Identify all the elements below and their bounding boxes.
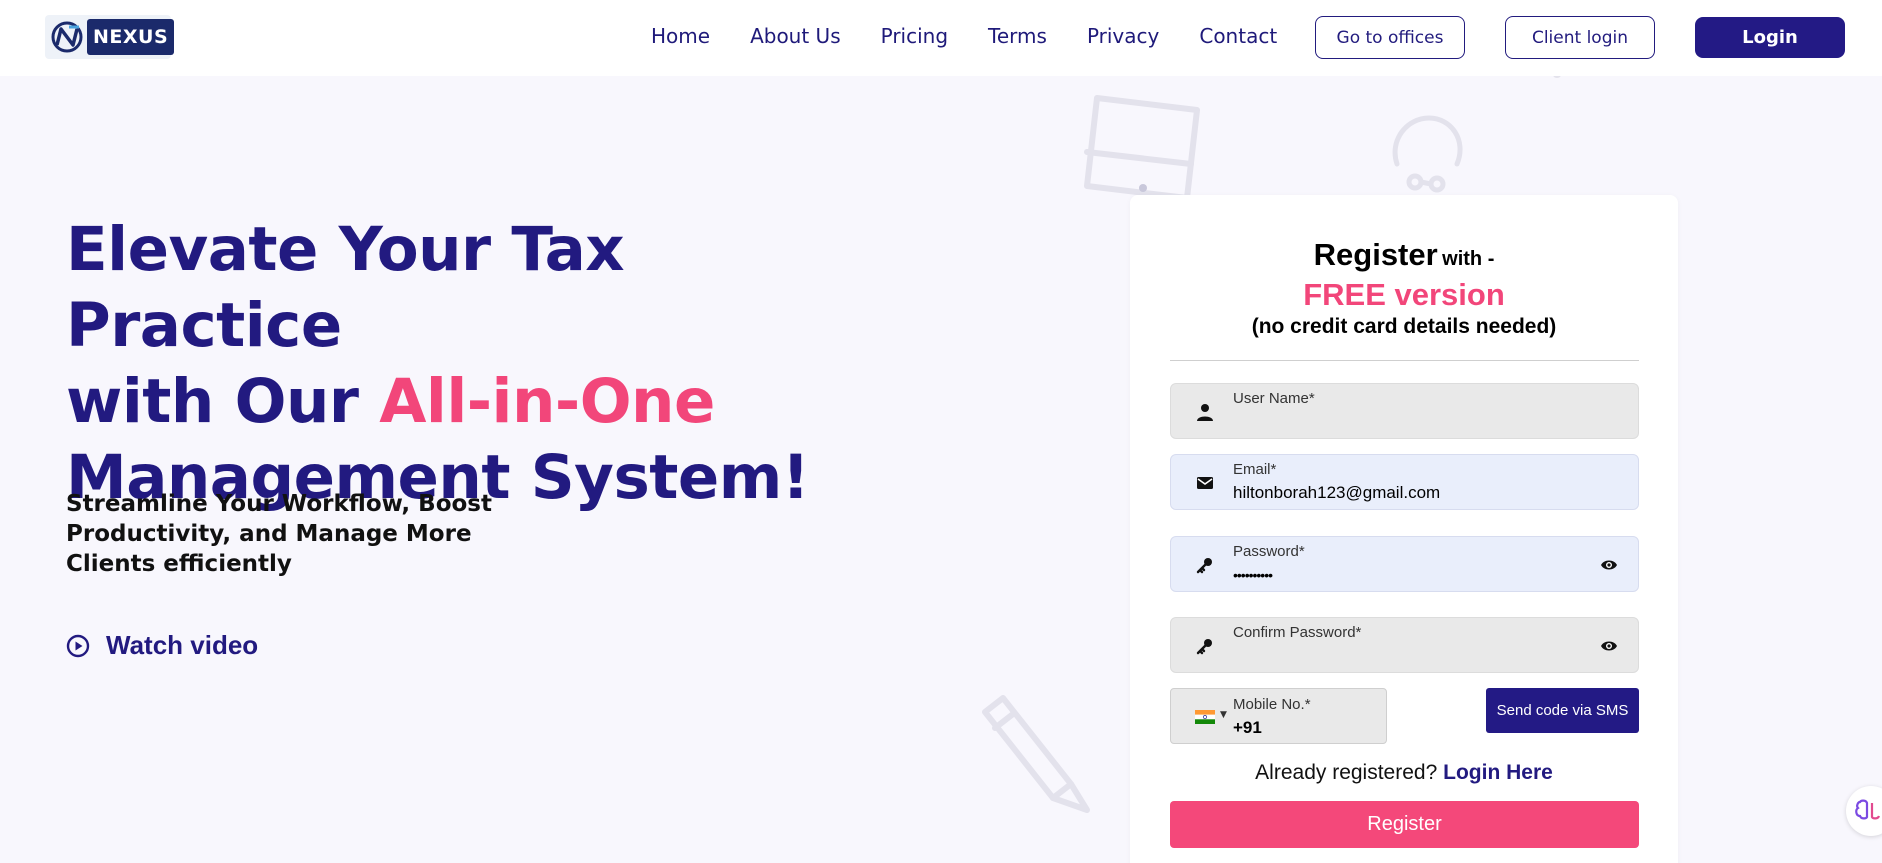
hero-title: Elevate Your Tax Practice with Our All-i… bbox=[66, 212, 886, 516]
confirm-password-field[interactable]: Confirm Password* bbox=[1170, 617, 1639, 673]
free-version-label: FREE version bbox=[1303, 277, 1505, 312]
watch-video-label: Watch video bbox=[106, 630, 259, 660]
email-value: hiltonborah123@gmail.com bbox=[1233, 483, 1441, 502]
country-caret-icon[interactable]: ▼ bbox=[1220, 710, 1227, 720]
confirm-password-label: Confirm Password* bbox=[1233, 624, 1362, 641]
hero-subtitle: Streamline Your Workflow, Boost Producti… bbox=[66, 491, 492, 577]
key-icon bbox=[1195, 555, 1215, 575]
password-value: •••••••••• bbox=[1233, 567, 1273, 583]
key-icon bbox=[1195, 636, 1215, 656]
show-password-eye-icon[interactable] bbox=[1600, 556, 1618, 574]
nav-terms[interactable]: Terms bbox=[988, 24, 1047, 48]
send-sms-button[interactable]: Send code via SMS bbox=[1486, 688, 1639, 733]
assistant-widget[interactable] bbox=[1846, 786, 1882, 836]
main-nav: Home About Us Pricing Terms Privacy Cont… bbox=[651, 24, 1317, 48]
india-flag-icon[interactable] bbox=[1195, 710, 1215, 724]
mail-icon bbox=[1195, 473, 1215, 493]
login-here-link[interactable]: Login Here bbox=[1443, 761, 1553, 784]
register-header: Register with - FREE version (no credit … bbox=[1130, 237, 1678, 339]
mobile-field[interactable]: ▼ Mobile No.* +91 bbox=[1170, 688, 1387, 744]
already-registered-text: Already registered? bbox=[1255, 761, 1438, 784]
nav-pricing[interactable]: Pricing bbox=[881, 24, 948, 48]
play-circle-icon bbox=[66, 634, 90, 657]
register-heading-suffix: with - bbox=[1442, 248, 1495, 270]
username-label: User Name* bbox=[1233, 390, 1315, 407]
password-field[interactable]: Password* •••••••••• bbox=[1170, 536, 1639, 592]
nav-home[interactable]: Home bbox=[651, 24, 710, 48]
nav-contact[interactable]: Contact bbox=[1199, 24, 1277, 48]
lightbulb-doodle bbox=[1392, 115, 1463, 193]
hero-title-line2-prefix: with Our bbox=[66, 366, 380, 437]
mobile-label: Mobile No.* bbox=[1233, 696, 1311, 713]
login-button[interactable]: Login bbox=[1695, 17, 1845, 58]
brain-icon bbox=[1855, 799, 1881, 820]
pencil-doodle bbox=[982, 695, 1090, 813]
no-credit-card-note: (no credit card details needed) bbox=[1251, 315, 1557, 338]
mobile-value: +91 bbox=[1233, 718, 1262, 737]
email-field[interactable]: Email* hiltonborah123@gmail.com bbox=[1170, 454, 1639, 510]
hero-title-accent: All-in-One bbox=[379, 366, 715, 437]
already-registered: Already registered? Login Here bbox=[1130, 761, 1678, 785]
register-heading: Register bbox=[1313, 237, 1438, 272]
password-label: Password* bbox=[1233, 543, 1305, 560]
email-label: Email* bbox=[1233, 461, 1277, 478]
go-to-offices-button[interactable]: Go to offices bbox=[1315, 16, 1465, 59]
user-icon bbox=[1195, 402, 1215, 422]
brand-name: NEXUS bbox=[87, 19, 175, 55]
show-confirm-password-eye-icon[interactable] bbox=[1600, 637, 1618, 655]
monitor-doodle bbox=[1084, 95, 1200, 201]
register-card: Register with - FREE version (no credit … bbox=[1130, 195, 1678, 863]
site-header: NEXUS Home About Us Pricing Terms Privac… bbox=[0, 0, 1882, 76]
header-divider bbox=[1170, 360, 1639, 361]
watch-video-link[interactable]: Watch video bbox=[66, 630, 258, 661]
client-login-button[interactable]: Client login bbox=[1505, 16, 1655, 59]
register-button[interactable]: Register bbox=[1170, 801, 1639, 848]
hero-title-line1: Elevate Your Tax Practice bbox=[66, 214, 625, 361]
nav-privacy[interactable]: Privacy bbox=[1087, 24, 1159, 48]
nexus-logo-icon bbox=[49, 19, 85, 55]
username-field[interactable]: User Name* bbox=[1170, 383, 1639, 439]
nav-about-us[interactable]: About Us bbox=[750, 24, 841, 48]
nexus-logo[interactable]: NEXUS bbox=[45, 15, 175, 59]
